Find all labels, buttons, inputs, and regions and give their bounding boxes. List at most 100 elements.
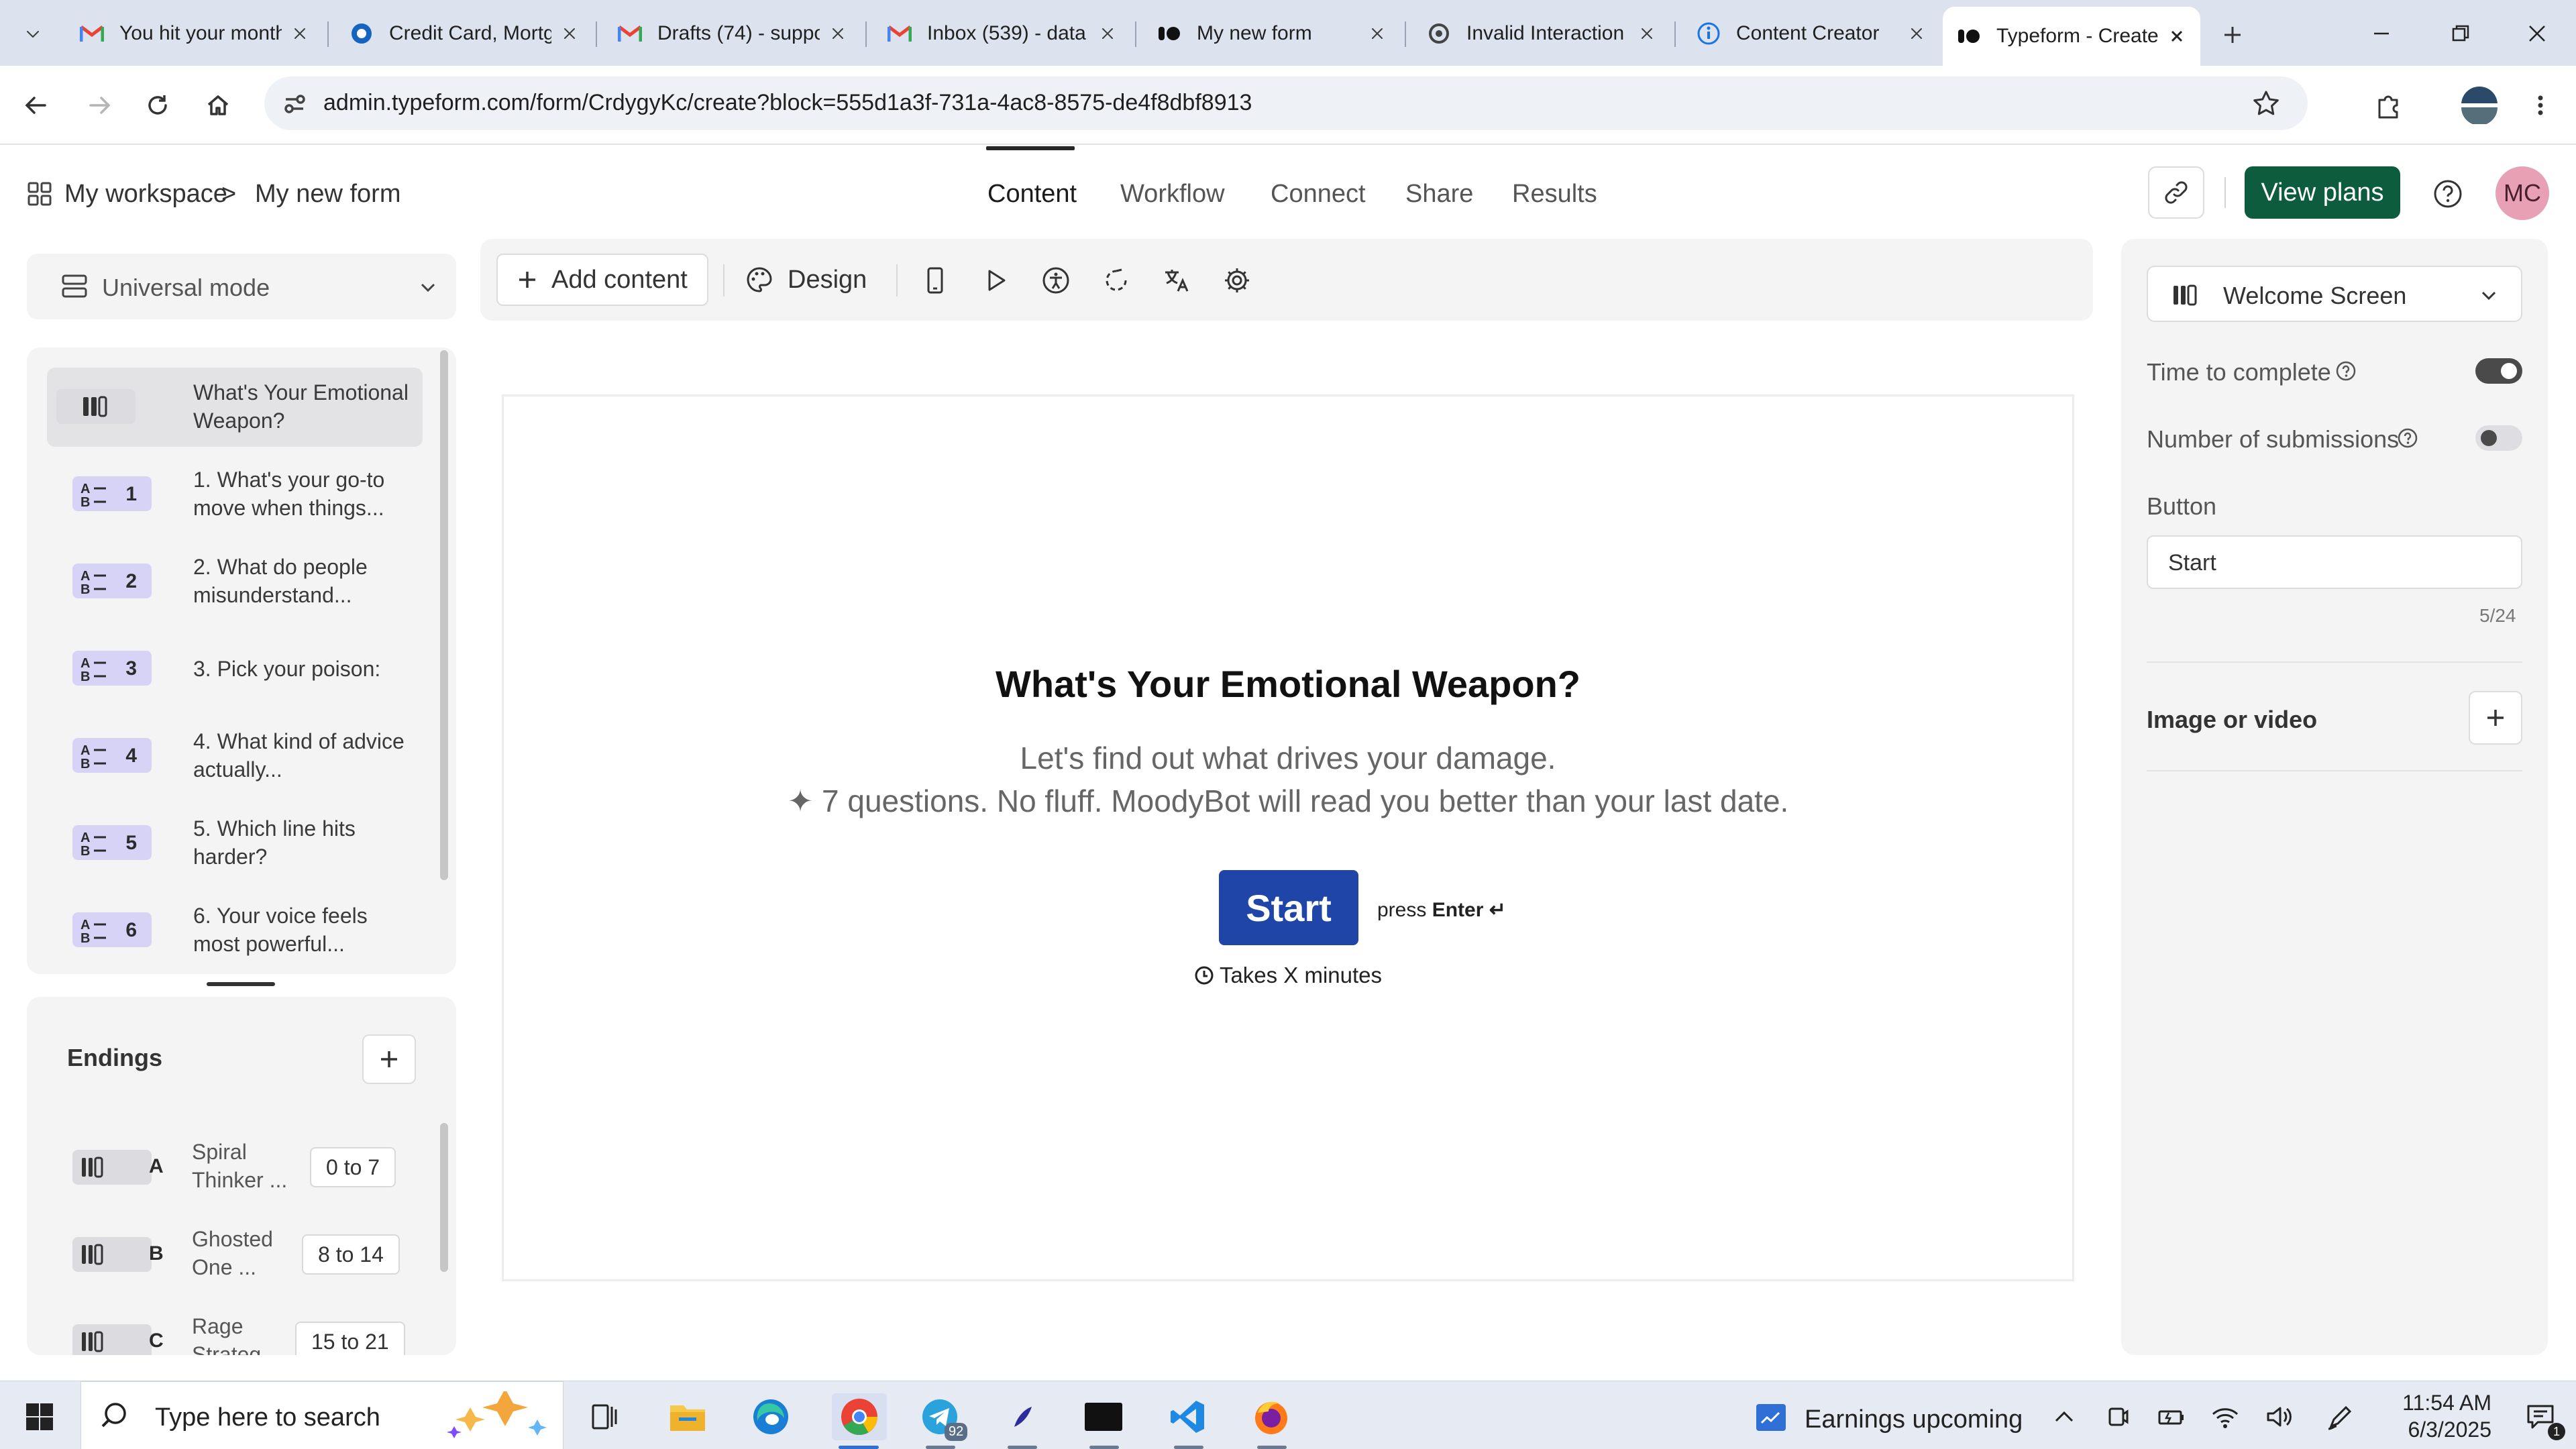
chevron-down-icon: [416, 275, 440, 299]
terminal-app-icon[interactable]: [1080, 1393, 1127, 1440]
welcome-title[interactable]: What's Your Emotional Weapon?: [504, 662, 2072, 706]
tab-content[interactable]: Content: [987, 180, 1077, 209]
screen-type-select[interactable]: Welcome Screen: [2147, 266, 2522, 322]
close-tab-icon[interactable]: [1367, 23, 1387, 44]
browser-tab[interactable]: Content Creator: [1682, 7, 1940, 60]
minimize-button[interactable]: [2361, 15, 2402, 52]
edge-browser-icon[interactable]: [747, 1393, 794, 1440]
play-preview-icon[interactable]: [978, 263, 1013, 298]
settings-gear-icon[interactable]: [1220, 263, 1254, 298]
close-window-button[interactable]: [2517, 15, 2557, 52]
notification-center-icon[interactable]: 1: [2517, 1393, 2565, 1440]
close-tab-icon[interactable]: [559, 23, 580, 44]
add-content-button[interactable]: Add content: [496, 254, 708, 306]
browser-tab-active[interactable]: Typeform - Create: [1943, 7, 2200, 66]
add-ending-button[interactable]: [362, 1034, 416, 1084]
list-item-ending[interactable]: C Rage Strateg... 15 to 21: [47, 1303, 436, 1355]
earnings-widget[interactable]: Earnings upcoming: [1748, 1393, 2030, 1440]
list-item-question[interactable]: AB 5 5. Which line hits harder?: [47, 804, 423, 883]
welcome-description[interactable]: ✦ 7 questions. No fluff. MoodyBot will r…: [504, 783, 2072, 819]
file-explorer-icon[interactable]: [664, 1393, 711, 1440]
breadcrumb-workspace[interactable]: My workspace: [64, 180, 227, 209]
system-clock[interactable]: 11:54 AM 6/3/2025: [2373, 1389, 2491, 1443]
design-button[interactable]: Design: [745, 254, 879, 306]
add-media-button[interactable]: [2469, 691, 2522, 745]
close-tab-icon[interactable]: [828, 23, 848, 44]
mode-selector[interactable]: Universal mode: [27, 254, 456, 319]
endings-scrollbar[interactable]: [440, 1123, 448, 1272]
wifi-tray-icon[interactable]: [2202, 1393, 2249, 1440]
volume-tray-icon[interactable]: [2255, 1393, 2302, 1440]
address-bar[interactable]: admin.typeform.com/form/CrdygyKc/create?…: [264, 76, 2308, 130]
task-view-icon[interactable]: [581, 1393, 628, 1440]
translate-icon[interactable]: [1159, 263, 1194, 298]
taskbar-search-box[interactable]: Type here to search: [80, 1381, 564, 1449]
number-of-submissions-toggle[interactable]: [2475, 425, 2522, 451]
browser-tab[interactable]: Inbox (539) - data: [873, 7, 1131, 60]
info-icon[interactable]: [2334, 360, 2357, 382]
panel-resize-handle[interactable]: [207, 982, 275, 986]
restore-button[interactable]: [2440, 15, 2481, 52]
new-tab-button[interactable]: [2214, 16, 2251, 54]
telegram-icon[interactable]: 92: [916, 1393, 968, 1441]
info-icon[interactable]: [2396, 427, 2419, 449]
workspace-grid-icon[interactable]: [27, 181, 54, 208]
windows-start-icon[interactable]: [16, 1393, 63, 1440]
accessibility-icon[interactable]: [1038, 263, 1073, 298]
profile-avatar[interactable]: [2459, 85, 2500, 125]
list-item-question[interactable]: AB 1 1. What's your go-to move when thin…: [47, 455, 423, 534]
tab-connect[interactable]: Connect: [1271, 180, 1366, 209]
tab-search-button[interactable]: [16, 17, 50, 51]
pen-tray-icon[interactable]: [2317, 1393, 2364, 1440]
firefox-icon[interactable]: [1248, 1393, 1295, 1440]
browser-tab[interactable]: My new form: [1143, 7, 1401, 60]
vscode-icon[interactable]: [1165, 1393, 1212, 1440]
copy-link-button[interactable]: [2148, 166, 2204, 219]
list-item-ending[interactable]: B Ghosted One ... 8 to 14: [47, 1216, 436, 1295]
browser-menu-icon[interactable]: [2522, 87, 2559, 123]
list-item-question[interactable]: AB 4 4. What kind of advice actually...: [47, 716, 423, 796]
tab-workflow[interactable]: Workflow: [1120, 180, 1225, 209]
feather-app-icon[interactable]: [1000, 1393, 1046, 1440]
ending-score-range: 0 to 7: [310, 1147, 396, 1187]
tab-results[interactable]: Results: [1512, 180, 1597, 209]
webcam-tray-icon[interactable]: [2094, 1393, 2141, 1440]
battery-tray-icon[interactable]: [2148, 1393, 2195, 1440]
breadcrumb-form-name[interactable]: My new form: [255, 180, 400, 209]
browser-tab[interactable]: You hit your monthly: [66, 7, 323, 60]
show-hidden-icons-chevron[interactable]: [2041, 1393, 2088, 1440]
mode-label: Universal mode: [102, 274, 270, 301]
home-button[interactable]: [200, 87, 236, 123]
welcome-subtitle[interactable]: Let's find out what drives your damage.: [504, 740, 2072, 776]
extensions-icon[interactable]: [2371, 87, 2407, 123]
close-tab-icon[interactable]: [1637, 23, 1657, 44]
question-list-scrollbar[interactable]: [440, 350, 448, 880]
list-item-welcome[interactable]: What's Your Emotional Weapon?: [47, 368, 423, 447]
user-avatar[interactable]: MC: [2496, 166, 2549, 220]
chrome-browser-icon[interactable]: [832, 1393, 887, 1440]
close-tab-icon[interactable]: [1097, 23, 1118, 44]
reload-button[interactable]: [140, 87, 176, 123]
list-item-ending[interactable]: A Spiral Thinker ... 0 to 7: [47, 1128, 436, 1208]
help-icon[interactable]: [2431, 177, 2465, 211]
site-settings-icon[interactable]: [280, 90, 309, 118]
forward-button[interactable]: [82, 87, 118, 123]
close-tab-icon[interactable]: [2167, 26, 2187, 46]
tab-share[interactable]: Share: [1405, 180, 1473, 209]
time-to-complete-toggle[interactable]: [2475, 358, 2522, 384]
close-tab-icon[interactable]: [1907, 23, 1927, 44]
browser-tab[interactable]: Credit Card, Mortgage: [335, 7, 593, 60]
logic-icon[interactable]: [1099, 263, 1134, 298]
list-item-question[interactable]: AB 2 2. What do people misunderstand...: [47, 542, 423, 621]
browser-tab[interactable]: Drafts (74) - support: [604, 7, 861, 60]
bookmark-star-icon[interactable]: [2251, 89, 2281, 118]
list-item-question[interactable]: AB 6 6. Your voice feels most powerful..…: [47, 891, 423, 970]
button-text-input[interactable]: Start: [2147, 535, 2522, 589]
list-item-question[interactable]: AB 3 3. Pick your poison:: [47, 629, 423, 708]
browser-tab[interactable]: Invalid Interaction: [1413, 7, 1670, 60]
close-tab-icon[interactable]: [290, 23, 310, 44]
view-plans-button[interactable]: View plans: [2245, 166, 2400, 219]
mobile-preview-icon[interactable]: [918, 263, 953, 298]
start-button[interactable]: Start: [1219, 870, 1358, 945]
back-button[interactable]: [17, 87, 54, 123]
